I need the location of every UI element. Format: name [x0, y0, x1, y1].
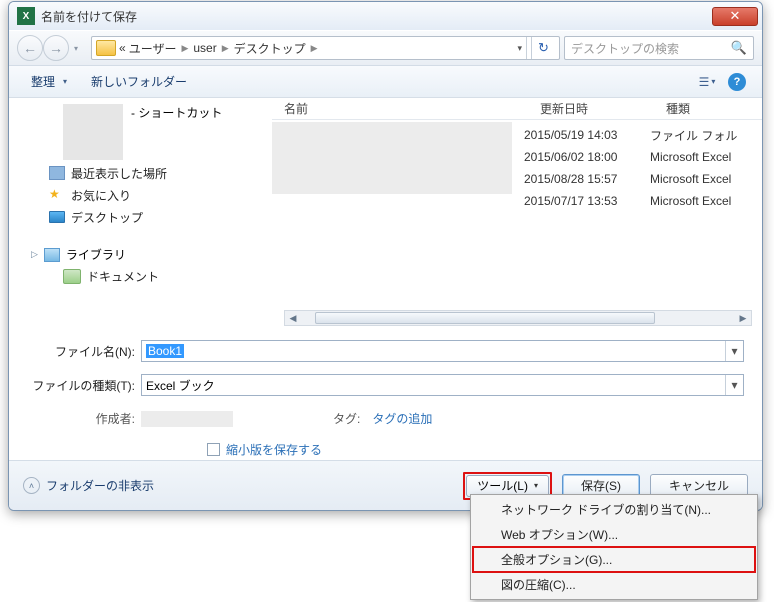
breadcrumb-part[interactable]: デスクトップ	[234, 40, 306, 57]
menu-item-map-drive[interactable]: ネットワーク ドライブの割り当て(N)...	[473, 497, 755, 522]
dropdown-icon[interactable]: ▾	[725, 375, 743, 395]
menu-item-general-options[interactable]: 全般オプション(G)...	[473, 547, 755, 572]
window-title: 名前を付けて保存	[41, 8, 712, 25]
author-label: 作成者:	[27, 410, 141, 427]
sidebar-label: ライブラリ	[66, 246, 126, 263]
scroll-left-button[interactable]: ◀	[285, 311, 301, 325]
chevron-right-icon[interactable]: ▶	[222, 43, 229, 54]
sidebar-label: 最近表示した場所	[71, 165, 167, 182]
file-kind: Microsoft Excel	[650, 172, 731, 186]
chevron-up-icon: ˄	[23, 477, 40, 494]
column-name[interactable]: 名前	[284, 100, 540, 117]
scrollbar-thumb[interactable]	[315, 312, 655, 324]
search-input[interactable]: デスクトップの検索 🔍	[564, 36, 754, 60]
address-dropdown[interactable]: ▾	[517, 43, 522, 54]
new-folder-button[interactable]: 新しいフォルダー	[81, 69, 197, 94]
file-kind: Microsoft Excel	[650, 194, 731, 208]
search-placeholder: デスクトップの検索	[571, 40, 679, 57]
nav-back-button[interactable]: ←	[17, 35, 43, 61]
chevron-right-icon[interactable]: ▶	[181, 43, 188, 54]
hide-folders-toggle[interactable]: ˄ フォルダーの非表示	[23, 477, 154, 494]
chevron-right-icon[interactable]: ▶	[311, 43, 318, 54]
dropdown-icon[interactable]: ▾	[725, 341, 743, 361]
star-icon: ★	[49, 187, 65, 203]
sidebar-item-desktop[interactable]: デスクトップ	[9, 206, 272, 228]
file-kind: ファイル フォル	[650, 127, 737, 144]
sidebar-label: デスクトップ	[71, 209, 143, 226]
file-list-pane: 名前 更新日時 種類 2015/05/19 14:03 ファイル フォル 201…	[272, 98, 762, 330]
view-options-button[interactable]: ☰▾	[694, 71, 720, 93]
address-bar[interactable]: « ユーザー ▶ user ▶ デスクトップ ▶ ▾ ↻	[91, 36, 560, 60]
folder-icon	[63, 269, 81, 284]
sidebar-item-documents[interactable]: ドキュメント	[9, 265, 272, 287]
desktop-icon	[49, 211, 65, 223]
form-area: ファイル名(N): Book1 ▾ ファイルの種類(T): Excel ブック …	[9, 330, 762, 464]
sidebar-item-shortcut[interactable]: - ショートカット	[131, 104, 222, 121]
column-headers[interactable]: 名前 更新日時 種類	[272, 98, 762, 120]
tools-label: ツール(L)	[477, 477, 528, 494]
file-row[interactable]: 2015/08/28 15:57 Microsoft Excel	[512, 168, 762, 190]
refresh-button[interactable]: ↻	[531, 37, 555, 59]
file-row[interactable]: 2015/06/02 18:00 Microsoft Excel	[512, 146, 762, 168]
titlebar: X 名前を付けて保存 ✕	[9, 2, 762, 30]
filename-input[interactable]: Book1 ▾	[141, 340, 744, 362]
tag-label: タグ:	[333, 410, 366, 427]
save-as-dialog: X 名前を付けて保存 ✕ ← → ▾ « ユーザー ▶ user ▶ デスクトッ…	[8, 1, 763, 511]
sidebar-label: お気に入り	[71, 187, 131, 204]
filetype-value: Excel ブック	[146, 377, 215, 394]
add-tag-link[interactable]: タグの追加	[372, 410, 432, 427]
sidebar-item-recent[interactable]: 最近表示した場所	[9, 162, 272, 184]
nav-history-dropdown[interactable]: ▾	[69, 35, 83, 61]
nav-bar: ← → ▾ « ユーザー ▶ user ▶ デスクトップ ▶ ▾ ↻ デスクトッ…	[9, 30, 762, 66]
sidebar-label: ドキュメント	[87, 268, 159, 285]
recent-places-icon	[49, 166, 65, 180]
redacted-thumbnail	[63, 142, 123, 160]
sidebar-item-favorites[interactable]: ★ お気に入り	[9, 184, 272, 206]
file-row[interactable]: 2015/05/19 14:03 ファイル フォル	[512, 124, 762, 146]
scroll-right-button[interactable]: ▶	[735, 311, 751, 325]
file-date: 2015/05/19 14:03	[524, 128, 650, 142]
file-kind: Microsoft Excel	[650, 150, 731, 164]
column-kind[interactable]: 種類	[666, 100, 762, 117]
save-thumbnail-checkbox[interactable]	[207, 443, 220, 456]
tools-dropdown-menu: ネットワーク ドライブの割り当て(N)... Web オプション(W)... 全…	[470, 494, 758, 600]
filename-value: Book1	[146, 344, 184, 358]
navigation-pane: - ショートカット 最近表示した場所 ★ お気に入り デスクトップ ▷	[9, 98, 272, 330]
organize-button[interactable]: 整理	[21, 69, 77, 94]
folder-icon	[96, 40, 116, 56]
help-button[interactable]: ?	[724, 71, 750, 93]
breadcrumb-part[interactable]: ユーザー	[129, 40, 177, 57]
filetype-label: ファイルの種類(T):	[27, 377, 141, 394]
file-date: 2015/08/28 15:57	[524, 172, 650, 186]
filename-label: ファイル名(N):	[27, 343, 141, 360]
excel-app-icon: X	[17, 7, 35, 25]
filetype-select[interactable]: Excel ブック ▾	[141, 374, 744, 396]
nav-forward-button[interactable]: →	[43, 35, 69, 61]
close-button[interactable]: ✕	[712, 7, 758, 26]
file-row[interactable]: 2015/07/17 13:53 Microsoft Excel	[512, 190, 762, 212]
menu-item-web-options[interactable]: Web オプション(W)...	[473, 522, 755, 547]
toolbar: 整理 新しいフォルダー ☰▾ ?	[9, 66, 762, 98]
expand-icon[interactable]: ▷	[31, 249, 38, 260]
library-icon	[44, 248, 60, 262]
hide-folders-label: フォルダーの非表示	[46, 477, 154, 494]
redacted-filenames	[272, 122, 512, 194]
breadcrumb-prefix: «	[119, 41, 126, 55]
column-date[interactable]: 更新日時	[540, 100, 666, 117]
file-date: 2015/06/02 18:00	[524, 150, 650, 164]
breadcrumb-part[interactable]: user	[193, 41, 216, 55]
redacted-thumbnail	[63, 104, 123, 144]
save-thumbnail-label: 縮小版を保存する	[226, 441, 322, 458]
search-icon: 🔍	[731, 40, 747, 56]
author-value-redacted[interactable]	[141, 411, 233, 427]
menu-item-compress[interactable]: 図の圧縮(C)...	[473, 572, 755, 597]
sidebar-group-libraries[interactable]: ▷ ライブラリ	[9, 242, 272, 265]
horizontal-scrollbar[interactable]: ◀ ▶	[284, 310, 752, 326]
file-date: 2015/07/17 13:53	[524, 194, 650, 208]
